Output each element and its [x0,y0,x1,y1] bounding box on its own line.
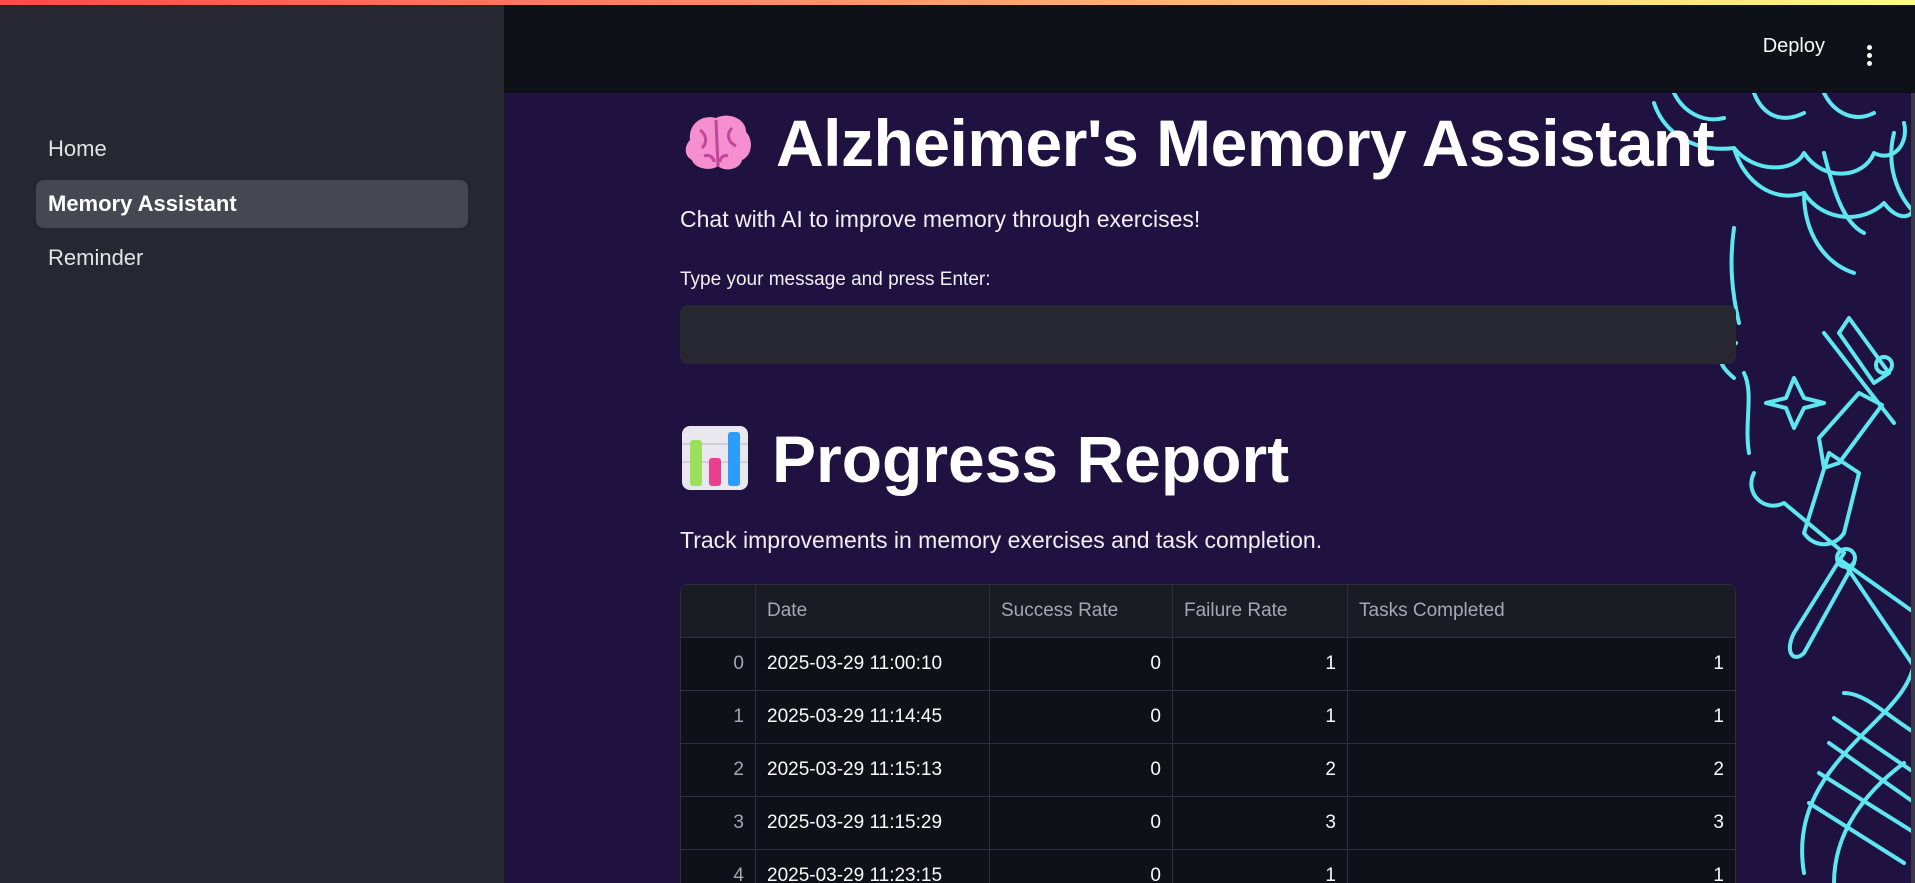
column-header-date[interactable]: Date [755,585,990,638]
column-header-failure-rate[interactable]: Failure Rate [1172,585,1348,638]
main-content: Alzheimer's Memory Assistant Chat with A… [504,93,1915,883]
progress-report-title-text: Progress Report [772,422,1290,496]
page-subtitle: Chat with AI to improve memory through e… [680,206,1201,232]
message-input-label: Type your message and press Enter: [680,269,991,290]
success-rate-cell[interactable]: 0 [989,796,1173,850]
tasks-completed-cell[interactable]: 3 [1347,796,1735,850]
row-index-cell: 1 [681,690,756,744]
tasks-completed-cell[interactable]: 1 [1347,849,1735,883]
failure-rate-cell[interactable]: 1 [1172,849,1348,883]
row-index-cell: 4 [681,849,756,883]
date-cell[interactable]: 2025-03-29 11:23:15 [755,849,990,883]
success-rate-cell[interactable]: 0 [989,849,1173,883]
page-title: Alzheimer's Memory Assistant [680,105,1715,181]
date-cell[interactable]: 2025-03-29 11:00:10 [755,637,990,691]
table-row: 2 2025-03-29 11:15:13 0 2 2 [681,743,1735,797]
column-header-success-rate[interactable]: Success Rate [989,585,1173,638]
sidebar-item-memory-assistant[interactable]: Memory Assistant [36,180,468,228]
table-row: 3 2025-03-29 11:15:29 0 3 3 [681,796,1735,850]
app-header: Deploy [504,5,1915,93]
progress-report-title: Progress Report [680,421,1289,497]
tasks-completed-cell[interactable]: 1 [1347,637,1735,691]
column-header-tasks-completed[interactable]: Tasks Completed [1347,585,1735,638]
date-cell[interactable]: 2025-03-29 11:14:45 [755,690,990,744]
date-cell[interactable]: 2025-03-29 11:15:29 [755,796,990,850]
tasks-completed-cell[interactable]: 1 [1347,690,1735,744]
success-rate-cell[interactable]: 0 [989,690,1173,744]
tasks-completed-cell[interactable]: 2 [1347,743,1735,797]
message-input[interactable] [680,305,1736,364]
row-index-cell: 2 [681,743,756,797]
sidebar-item-reminder[interactable]: Reminder [36,234,468,282]
bar-chart-icon [682,426,748,490]
success-rate-cell[interactable]: 0 [989,637,1173,691]
column-header-index[interactable] [681,585,756,638]
sidebar: Home Memory Assistant Reminder [0,5,504,883]
failure-rate-cell[interactable]: 3 [1172,796,1348,850]
brain-icon [685,115,751,170]
table-header-row: Date Success Rate Failure Rate Tasks Com… [681,585,1735,638]
table-row: 0 2025-03-29 11:00:10 0 1 1 [681,637,1735,691]
row-index-cell: 0 [681,637,756,691]
progress-table[interactable]: Date Success Rate Failure Rate Tasks Com… [680,584,1736,883]
sidebar-item-home[interactable]: Home [36,125,468,173]
table-row: 1 2025-03-29 11:14:45 0 1 1 [681,690,1735,744]
main-scrollbar[interactable] [1911,93,1915,883]
page-title-text: Alzheimer's Memory Assistant [776,106,1715,180]
date-cell[interactable]: 2025-03-29 11:15:13 [755,743,990,797]
table-row: 4 2025-03-29 11:23:15 0 1 1 [681,849,1735,883]
row-index-cell: 3 [681,796,756,850]
failure-rate-cell[interactable]: 1 [1172,690,1348,744]
progress-report-subtitle: Track improvements in memory exercises a… [680,527,1323,553]
kebab-menu-icon[interactable] [1867,45,1873,67]
failure-rate-cell[interactable]: 2 [1172,743,1348,797]
deploy-button[interactable]: Deploy [1763,35,1825,58]
success-rate-cell[interactable]: 0 [989,743,1173,797]
failure-rate-cell[interactable]: 1 [1172,637,1348,691]
